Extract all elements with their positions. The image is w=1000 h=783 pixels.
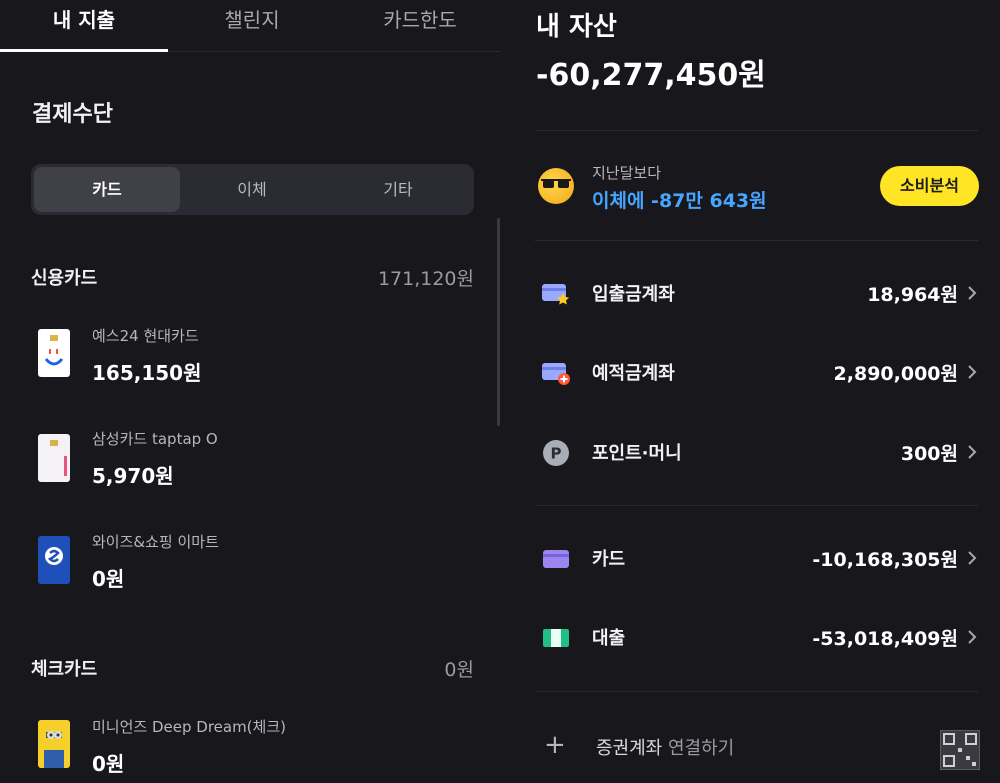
account-row-card[interactable]: 카드 -10,168,305원 [538,542,980,578]
check-card-group-title: 체크카드 [31,659,98,680]
payment-segment-control: 카드 이체 기타 [31,164,474,215]
credit-card-icon [541,544,571,574]
chevron-right-icon [968,630,977,644]
card-star-icon [541,279,571,309]
comparison-label: 지난달보다 [592,164,662,182]
card-amount: 165,150원 [92,361,202,385]
my-assets-title: 내 자산 [536,12,617,42]
divider [535,130,978,131]
account-name: 입출금계좌 [592,284,675,305]
card-name: 예스24 현대카드 [92,327,199,345]
comparison-value: 이체에 -87만 643원 [592,190,767,212]
sunglasses-emoji-icon [538,168,574,204]
card-name: 미니언즈 Deep Dream(체크) [92,718,286,736]
account-name: 예적금계좌 [592,363,675,384]
loan-icon [541,623,571,653]
account-row-loan[interactable]: 대출 -53,018,409원 [538,621,980,657]
card-name: 와이즈&쇼핑 이마트 [92,533,219,551]
card-item[interactable]: 미니언즈 Deep Dream(체크) 0원 [36,716,476,783]
card-item[interactable]: 삼성카드 taptap O 5,970원 [36,428,476,498]
card-amount: 0원 [92,567,125,591]
connect-securities-label: 증권계좌 연결하기 [596,734,734,760]
divider [535,691,978,692]
account-value: 18,964원 [867,284,958,306]
card-item[interactable]: 와이즈&쇼핑 이마트 0원 [36,531,476,601]
segment-card[interactable]: 카드 [34,167,180,212]
credit-card-group-title: 신용카드 [31,268,98,289]
account-value: 300원 [900,443,958,465]
segment-transfer[interactable]: 이체 [179,167,325,212]
check-card-group-total: 0원 [444,659,474,681]
qr-code-icon[interactable] [940,730,980,770]
chevron-right-icon [968,286,977,300]
card-amount: 5,970원 [92,464,174,488]
spending-analysis-button[interactable]: 소비분석 [880,166,979,206]
spending-panel: 내 지출 챌린지 카드한도 결제수단 카드 이체 기타 신용카드 171,120… [0,0,500,783]
credit-card-group-header: 신용카드 171,120원 [31,264,474,294]
card-plus-icon [541,358,571,388]
account-value: -53,018,409원 [812,628,958,650]
connect-securities-button[interactable]: + 증권계좌 연결하기 [544,730,844,760]
segment-other[interactable]: 기타 [325,167,471,212]
shinhan-card-image [38,536,70,584]
card-amount: 0원 [92,752,125,776]
account-value: 2,890,000원 [833,363,958,385]
card-item[interactable]: 예스24 현대카드 165,150원 [36,325,476,395]
yes24-card-image [38,329,70,377]
payment-method-title: 결제수단 [32,102,113,127]
credit-card-group-total: 171,120원 [377,268,474,290]
account-name: 포인트·머니 [592,443,682,464]
card-name: 삼성카드 taptap O [92,430,218,448]
plus-icon: + [544,730,566,760]
assets-panel: 내 자산 -60,277,450원 지난달보다 이체에 -87만 643원 소비… [500,0,1000,783]
chevron-right-icon [968,445,977,459]
account-row-checking[interactable]: 입출금계좌 18,964원 [538,277,980,313]
tab-my-spending[interactable]: 내 지출 [0,0,168,52]
minions-card-image [38,720,70,768]
point-icon: P [541,438,571,468]
account-name: 카드 [592,549,626,570]
svg-text:P: P [551,445,562,463]
tab-card-limit[interactable]: 카드한도 [336,0,500,50]
assets-total-amount: -60,277,450원 [536,58,766,93]
divider [535,505,978,506]
account-name: 대출 [592,628,626,649]
connect-securities-strong: 증권계좌 [596,738,663,759]
tab-bar: 내 지출 챌린지 카드한도 [0,0,500,52]
divider [535,240,978,241]
account-value: -10,168,305원 [812,549,958,571]
tab-challenge[interactable]: 챌린지 [168,0,336,50]
connect-securities-rest: 연결하기 [662,738,735,759]
samsung-card-image [38,434,70,482]
chevron-right-icon [968,365,977,379]
chevron-right-icon [968,551,977,565]
account-row-points[interactable]: P 포인트·머니 300원 [538,436,980,472]
check-card-group-header: 체크카드 0원 [31,655,474,685]
account-row-savings[interactable]: 예적금계좌 2,890,000원 [538,356,980,392]
